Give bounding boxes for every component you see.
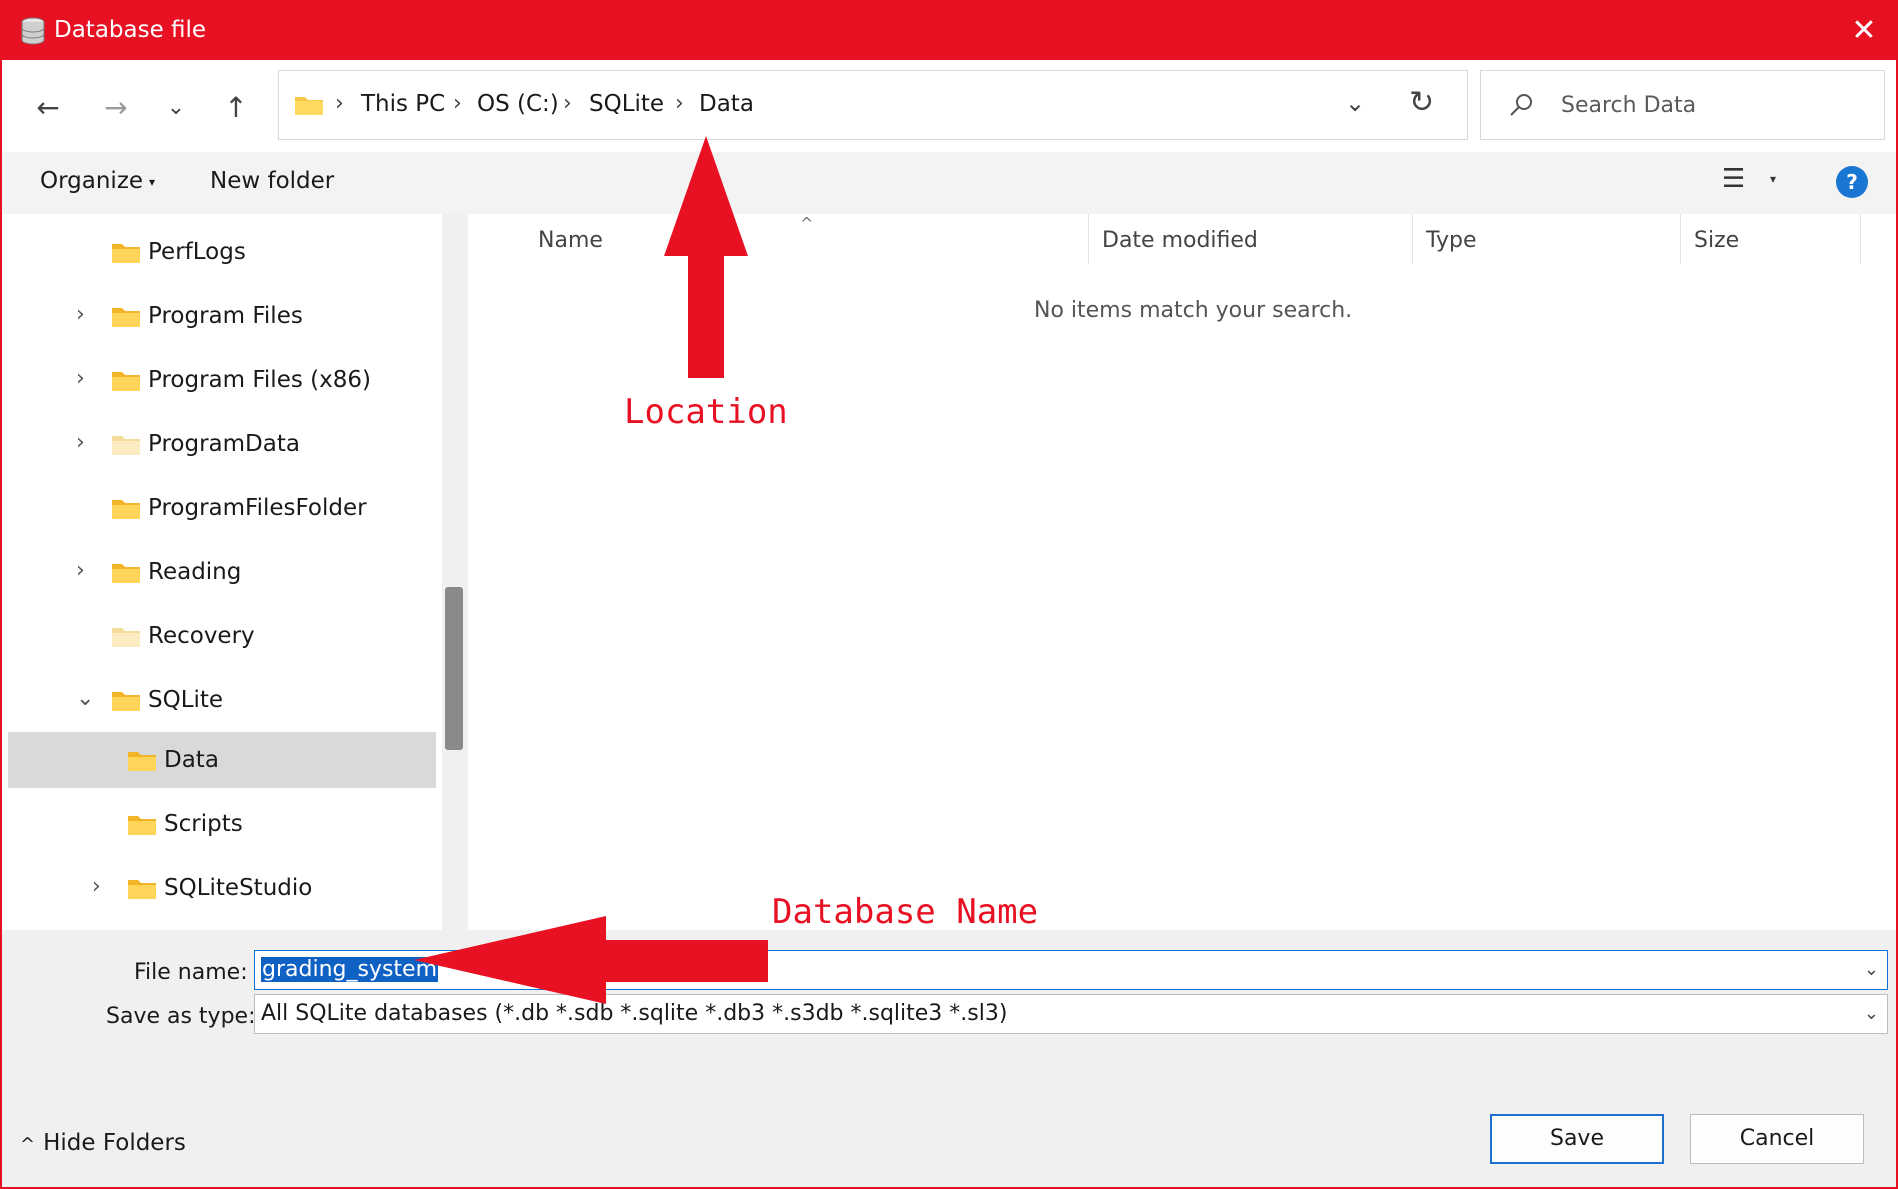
folder-icon: [112, 500, 140, 519]
breadcrumb[interactable]: › This PC › OS (C:) › SQLite › Data ⌄ ↻: [278, 70, 1468, 140]
column-header-name[interactable]: Name: [538, 228, 603, 253]
breadcrumb-chevron-icon: ›: [453, 91, 462, 116]
column-header-type[interactable]: Type: [1426, 228, 1477, 253]
tree-item-perflogs[interactable]: PerfLogs: [8, 224, 436, 280]
forward-arrow-icon[interactable]: →: [94, 86, 138, 130]
tree-item-label: Data: [164, 747, 219, 773]
organize-button[interactable]: Organize ▾: [40, 168, 155, 194]
breadcrumb-os-c[interactable]: OS (C:): [477, 91, 559, 117]
address-row: ← → ⌄ ↑ › This PC › OS (C:) › SQLite › D…: [2, 60, 1896, 152]
folder-icon: [295, 97, 323, 115]
search-placeholder: Search Data: [1561, 93, 1697, 118]
hide-folders-label: Hide Folders: [43, 1130, 186, 1156]
breadcrumb-this-pc[interactable]: This PC: [361, 91, 445, 117]
folder-icon: [112, 628, 140, 647]
tree-item-label: Scripts: [164, 811, 243, 837]
save-button[interactable]: Save: [1490, 1114, 1664, 1164]
caret-up-icon: ^: [20, 1134, 36, 1155]
tree-item-label: ProgramFilesFolder: [148, 495, 367, 521]
tree-item-data[interactable]: Data: [8, 732, 436, 788]
location-annotation-label: Location: [624, 392, 788, 432]
close-icon[interactable]: ✕: [1842, 12, 1886, 50]
folder-icon: [128, 816, 156, 835]
tree-item-sqlitestudio[interactable]: › SQLiteStudio: [8, 860, 436, 916]
title-bar: Database file ✕: [2, 2, 1896, 60]
expand-chevron-icon[interactable]: ›: [76, 302, 85, 327]
view-options-icon[interactable]: ☰: [1722, 164, 1745, 194]
window-title: Database file: [54, 17, 207, 43]
column-divider[interactable]: [1860, 214, 1861, 264]
breadcrumb-chevron-icon: ›: [335, 91, 344, 116]
breadcrumb-sqlite[interactable]: SQLite: [589, 91, 664, 117]
save-form: File name: grading_system ⌄ Save as type…: [2, 930, 1896, 1187]
search-input[interactable]: Search Data: [1480, 70, 1885, 140]
location-arrow-annotation: [664, 136, 748, 378]
tree-item-programfilesfolder[interactable]: ProgramFilesFolder: [8, 480, 436, 536]
help-icon[interactable]: ?: [1836, 166, 1868, 198]
tree-item-label: Reading: [148, 559, 242, 585]
column-header-date-modified[interactable]: Date modified: [1102, 228, 1258, 253]
chevron-down-icon[interactable]: ⌄: [1864, 959, 1879, 980]
chevron-down-icon[interactable]: ⌄: [1345, 89, 1365, 117]
save-dialog: Database file ✕ ← → ⌄ ↑ › This PC › OS (…: [0, 0, 1898, 1189]
recent-locations-icon[interactable]: ⌄: [154, 86, 198, 130]
folder-icon: [112, 244, 140, 263]
tree-item-label: Program Files (x86): [148, 367, 371, 393]
nav-scrollbar-thumb[interactable]: [445, 587, 463, 750]
expand-chevron-icon[interactable]: ›: [76, 366, 85, 391]
navigation-pane: PerfLogs › Program Files › Program Files…: [2, 214, 442, 930]
tree-item-reading[interactable]: › Reading: [8, 544, 436, 600]
command-bar: Organize ▾ New folder ☰ ▾ ?: [2, 152, 1896, 214]
nav-scrollbar[interactable]: [442, 214, 468, 930]
column-divider[interactable]: [1680, 214, 1681, 264]
empty-message: No items match your search.: [1034, 298, 1353, 323]
caret-down-icon[interactable]: ▾: [1770, 172, 1776, 186]
tree-item-recovery[interactable]: Recovery: [8, 608, 436, 664]
tree-item-label: PerfLogs: [148, 239, 246, 265]
search-icon: [1510, 94, 1532, 116]
tree-item-program-files-x86[interactable]: › Program Files (x86): [8, 352, 436, 408]
database-app-icon: [21, 17, 45, 45]
caret-down-icon: ▾: [149, 174, 156, 189]
expand-chevron-icon[interactable]: ›: [92, 874, 101, 899]
folder-icon: [128, 752, 156, 771]
tree-item-label: SQLite: [148, 687, 224, 713]
database-name-annotation-label: Database Name: [772, 892, 1039, 932]
tree-item-label: Recovery: [148, 623, 255, 649]
breadcrumb-chevron-icon: ›: [675, 91, 684, 116]
folder-icon: [112, 372, 140, 391]
expand-chevron-icon[interactable]: ›: [76, 430, 85, 455]
tree-item-label: Program Files: [148, 303, 303, 329]
column-divider[interactable]: [1088, 214, 1089, 264]
breadcrumb-data[interactable]: Data: [699, 91, 754, 117]
hide-folders-button[interactable]: ^ Hide Folders: [20, 1130, 186, 1156]
file-name-label: File name:: [134, 960, 248, 985]
folder-icon: [112, 692, 140, 711]
cancel-button[interactable]: Cancel: [1690, 1114, 1864, 1164]
new-folder-button[interactable]: New folder: [210, 168, 334, 194]
expand-chevron-icon[interactable]: ›: [76, 558, 85, 583]
sort-ascending-icon: ^: [800, 214, 814, 233]
tree-item-label: SQLiteStudio: [164, 875, 313, 901]
organize-label: Organize: [40, 168, 144, 194]
breadcrumb-chevron-icon: ›: [563, 91, 572, 116]
tree-item-programdata[interactable]: › ProgramData: [8, 416, 436, 472]
back-arrow-icon[interactable]: ←: [26, 86, 70, 130]
chevron-down-icon[interactable]: ⌄: [1864, 1003, 1879, 1024]
folder-icon: [128, 880, 156, 899]
folder-icon: [112, 564, 140, 583]
up-arrow-icon[interactable]: ↑: [214, 86, 258, 130]
tree-item-sqlite[interactable]: ⌄ SQLite: [8, 672, 436, 728]
database-name-arrow-annotation: [414, 916, 768, 1004]
folder-icon: [112, 436, 140, 455]
save-type-label: Save as type:: [106, 1004, 256, 1029]
column-divider[interactable]: [1412, 214, 1413, 264]
refresh-icon[interactable]: ↻: [1409, 85, 1434, 120]
column-header-size[interactable]: Size: [1694, 228, 1739, 253]
tree-item-label: ProgramData: [148, 431, 300, 457]
tree-item-program-files[interactable]: › Program Files: [8, 288, 436, 344]
tree-item-scripts[interactable]: Scripts: [8, 796, 436, 852]
folder-icon: [112, 308, 140, 327]
collapse-chevron-icon[interactable]: ⌄: [76, 686, 94, 711]
